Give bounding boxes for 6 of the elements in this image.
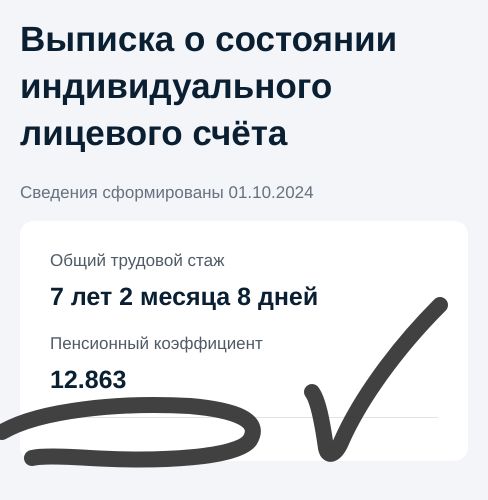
field-label: Общий трудовой стаж bbox=[50, 251, 226, 271]
field-value: 7 лет 2 месяца 8 дней bbox=[50, 283, 320, 312]
field-label: Пенсионный коэффициент bbox=[50, 334, 264, 354]
page-title: Выписка о состоянии индивидуального лицевого счёта bbox=[20, 19, 398, 155]
field-value: 12.863 bbox=[50, 366, 128, 395]
generated-date-text: Сведения сформированы 01.10.2024 bbox=[20, 183, 315, 203]
